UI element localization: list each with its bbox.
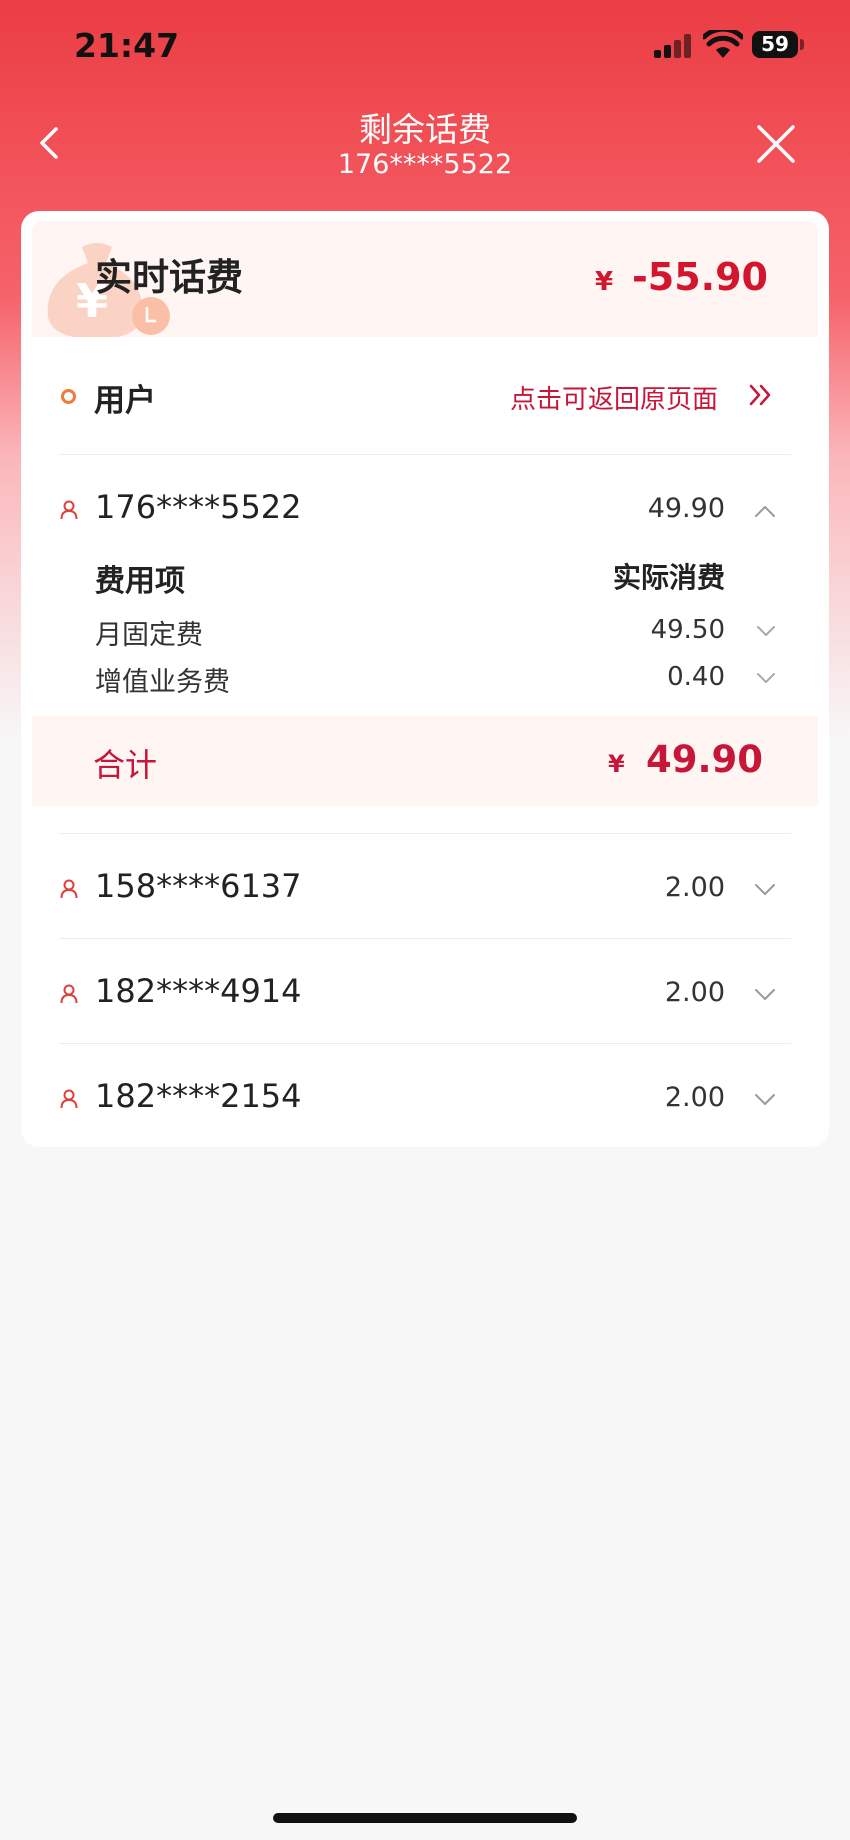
user-icon [60, 1089, 78, 1109]
fee-name: 月固定费 [95, 620, 203, 651]
actual-consumption-header: 实际消费 [612, 561, 725, 594]
battery-icon: 59 [752, 31, 798, 58]
fee-row[interactable]: 月固定费 49.50 [21, 613, 829, 653]
fee-item-header: 费用项 [95, 564, 185, 599]
fee-value: 49.50 [650, 615, 725, 645]
return-original-page-link[interactable]: 点击可返回原页面 [510, 379, 718, 416]
user-row[interactable]: 158****6137 2.00 [21, 838, 829, 942]
fee-name: 增值业务费 [95, 667, 230, 698]
users-header: 用户 点击可返回原页面 [21, 337, 829, 454]
status-bar: 21:47 59 [0, 0, 850, 90]
total-currency: ¥ [608, 750, 625, 778]
total-row: 合计 ¥ 49.90 [32, 716, 818, 806]
user-phone: 182****4914 [95, 972, 302, 1010]
user-phone: 158****6137 [95, 867, 302, 905]
chevron-down-icon[interactable] [754, 1093, 776, 1107]
page-subtitle: 176****5522 [337, 149, 513, 180]
chevron-down-icon[interactable] [754, 988, 776, 1002]
total-amount: 49.90 [646, 738, 764, 781]
user-row[interactable]: 176****5522 49.90 [21, 459, 829, 563]
user-phone: 182****2154 [95, 1077, 302, 1115]
fee-value: 0.40 [667, 662, 725, 692]
divider [59, 833, 791, 834]
nav-bar: 剩余话费 176****5522 [0, 95, 850, 195]
chevron-down-icon[interactable] [756, 625, 776, 637]
summary-amount: -55.90 [632, 255, 768, 299]
fee-row[interactable]: 增值业务费 0.40 [21, 660, 829, 700]
battery-cap [800, 39, 804, 50]
user-icon [60, 984, 78, 1004]
user-icon [60, 500, 78, 520]
chevron-up-icon[interactable] [754, 504, 776, 518]
chevron-down-icon[interactable] [756, 672, 776, 684]
divider [59, 938, 791, 939]
divider [59, 454, 791, 455]
close-icon[interactable] [753, 121, 799, 167]
realtime-fee-summary: ¥ 实时话费 ¥ -55.90 [32, 221, 818, 337]
status-time: 21:47 [74, 26, 180, 65]
signal-icon [654, 34, 692, 58]
wifi-icon [703, 30, 743, 58]
home-indicator[interactable] [273, 1813, 577, 1823]
summary-currency: ¥ [595, 267, 614, 297]
user-row[interactable]: 182****2154 2.00 [21, 1048, 829, 1147]
user-amount: 2.00 [664, 872, 725, 903]
user-amount: 2.00 [664, 1082, 725, 1113]
chevron-down-icon[interactable] [754, 883, 776, 897]
user-amount: 49.90 [647, 493, 725, 524]
user-icon [60, 879, 78, 899]
bullet-icon [61, 389, 76, 404]
summary-title: 实时话费 [95, 256, 243, 299]
page-title: 剩余话费 [359, 110, 491, 149]
user-amount: 2.00 [664, 977, 725, 1008]
users-label: 用户 [94, 383, 156, 419]
user-phone: 176****5522 [95, 488, 302, 526]
double-chevron-right-icon[interactable] [747, 381, 775, 409]
total-label: 合计 [93, 746, 158, 784]
bill-card: ¥ 实时话费 ¥ -55.90 用户 点击可返回原页面 176****5522 … [21, 211, 829, 1147]
user-row[interactable]: 182****4914 2.00 [21, 943, 829, 1047]
divider [59, 1043, 791, 1044]
